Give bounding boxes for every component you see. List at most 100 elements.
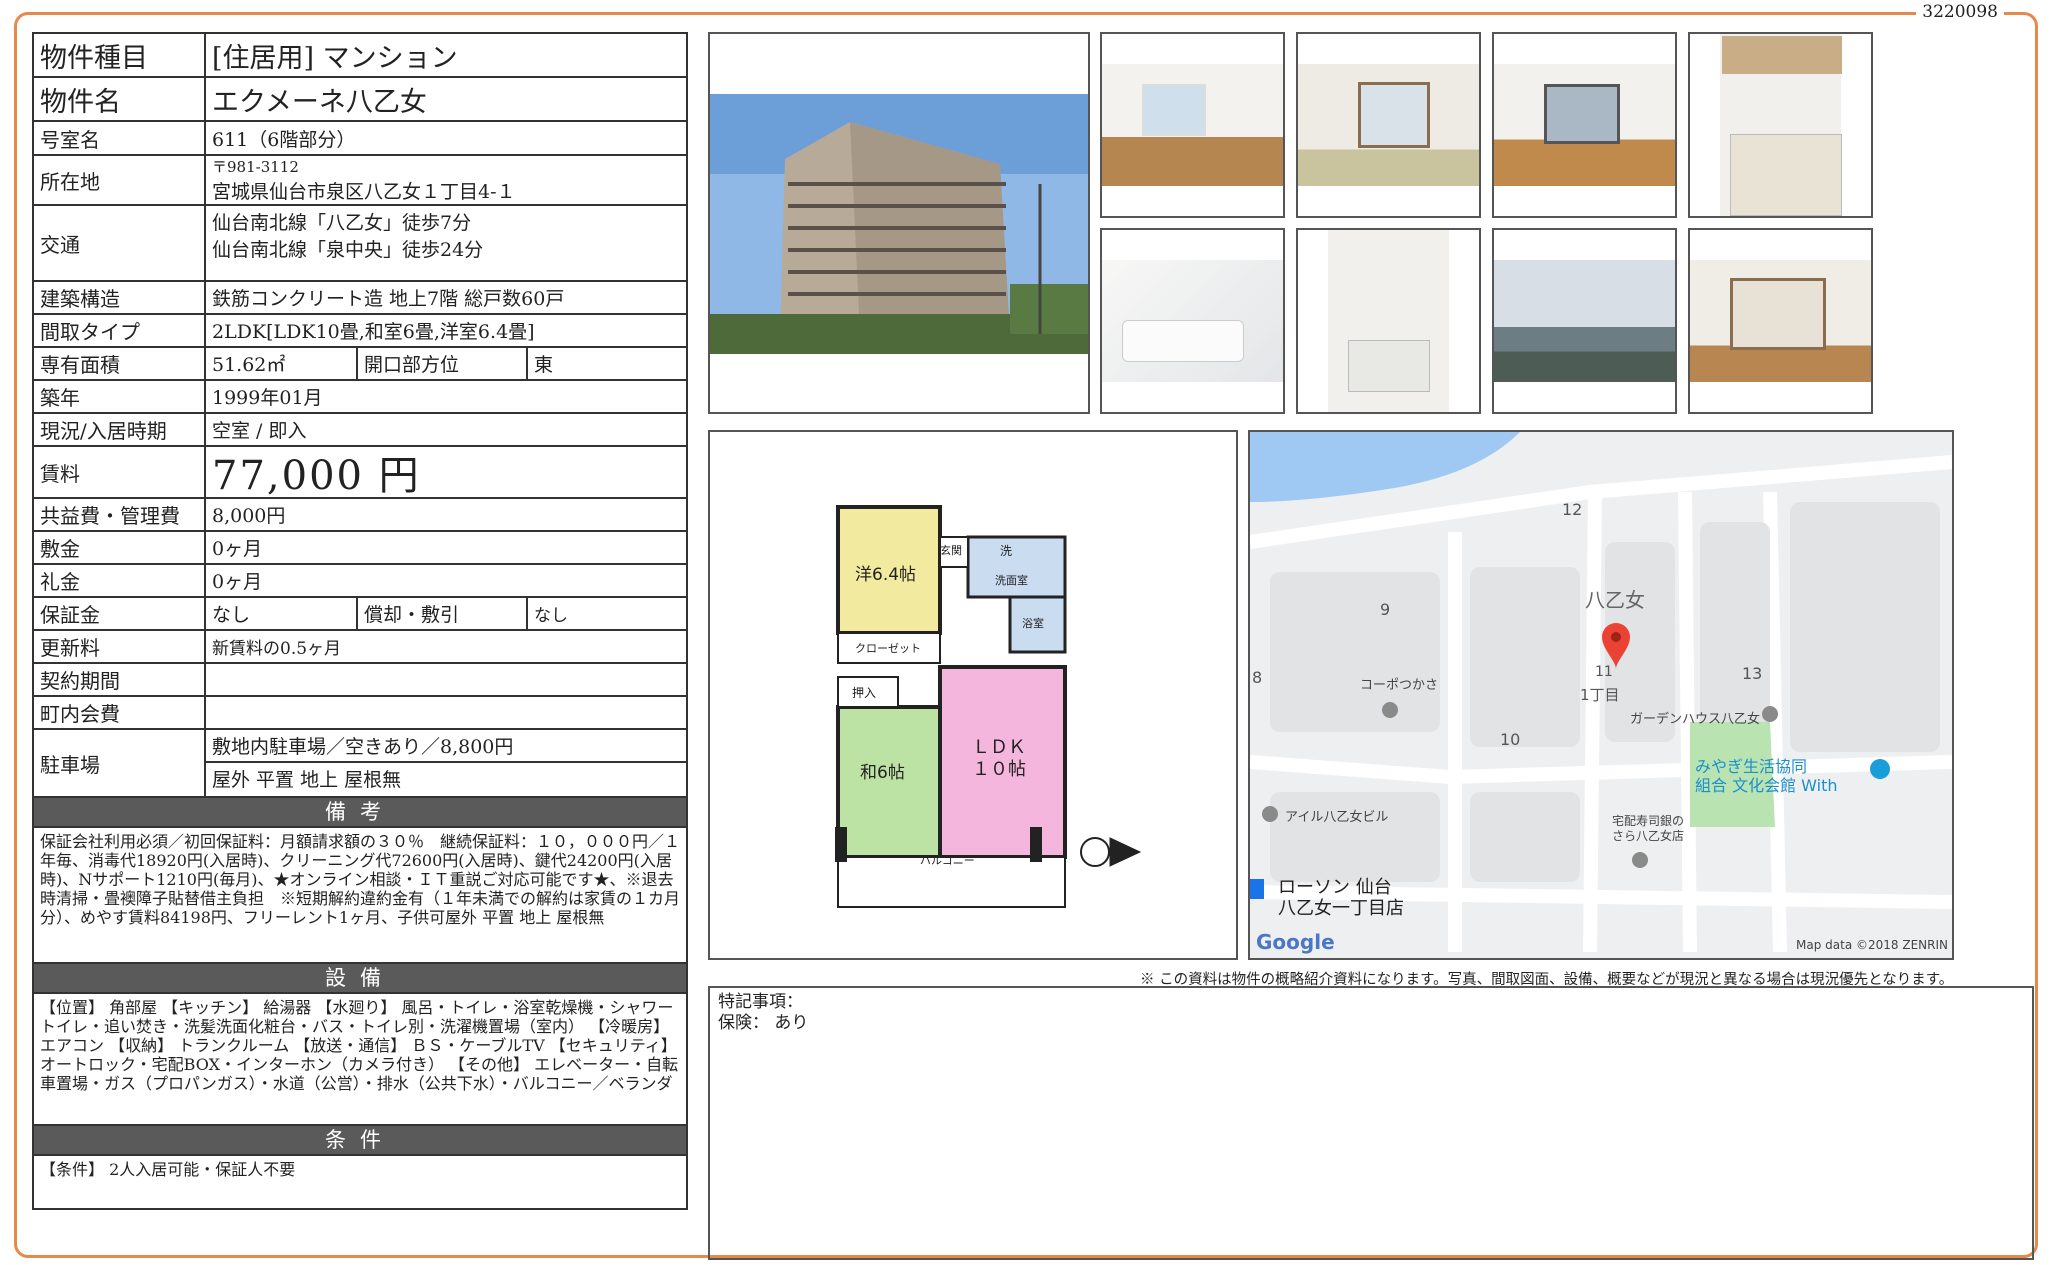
row-area: 専有面積 51.62㎡ 開口部方位 東 bbox=[34, 348, 686, 381]
structure-label: 建築構造 bbox=[34, 282, 206, 313]
kitchen-photo[interactable] bbox=[1688, 32, 1873, 218]
contract-value bbox=[206, 664, 686, 695]
room-ldk-size: １０帖 bbox=[972, 759, 1026, 780]
room-western: 洋6.4帖 bbox=[855, 565, 917, 585]
room-entrance: 玄関 bbox=[940, 544, 962, 557]
map-poi-sushi: 宅配寿司銀の さら八乙女店 bbox=[1612, 814, 1684, 844]
row-town-fee: 町内会費 bbox=[34, 697, 686, 730]
row-built: 築年 1999年01月 bbox=[34, 381, 686, 414]
map-poi-lawson-line2: 八乙女一丁目店 bbox=[1278, 898, 1404, 919]
name-label: 物件名 bbox=[34, 78, 206, 120]
equipment-text: 【位置】 角部屋 【キッチン】 給湯器 【水廻り】 風呂・トイレ・浴室乾燥機・シ… bbox=[34, 994, 686, 1126]
remarks-heading: 備考 bbox=[34, 798, 686, 828]
area-value: 51.62㎡ bbox=[206, 348, 358, 379]
guarantee-label: 保証金 bbox=[34, 598, 206, 629]
fee-value: 8,000円 bbox=[212, 505, 286, 527]
parking-label: 駐車場 bbox=[34, 730, 206, 796]
view-photo[interactable] bbox=[1492, 228, 1677, 414]
map-poi-coop-line2: 組合 文化会館 With bbox=[1695, 776, 1838, 795]
fee-label: 共益費・管理費 bbox=[34, 499, 206, 530]
parking-line-1: 敷地内駐車場／空きあり／8,800円 bbox=[206, 730, 686, 763]
row-contract: 契約期間 bbox=[34, 664, 686, 697]
layout-value: 2LDK[LDK10畳,和室6畳,洋室6.4畳] bbox=[212, 321, 535, 343]
name-value: エクメーネ八乙女 bbox=[212, 86, 427, 118]
row-address: 所在地 〒981-3112 宮城県仙台市泉区八乙女１丁目4-１ bbox=[34, 156, 686, 206]
row-deposit: 敷金 0ヶ月 bbox=[34, 532, 686, 565]
row-type: 物件種目 [住居用] マンション bbox=[34, 34, 686, 78]
key-money-value: 0ヶ月 bbox=[212, 571, 263, 593]
map-poi-corpo: コーポつかさ bbox=[1360, 678, 1439, 693]
room-value: 611（6階部分） bbox=[212, 128, 356, 151]
map-chome: 1丁目 bbox=[1580, 686, 1620, 704]
building-exterior-photo[interactable] bbox=[708, 32, 1090, 414]
conditions-text: 【条件】 2人入居可能・保証人不要 bbox=[40, 1160, 296, 1179]
map-poi-gardenhouse: ガーデンハウス八乙女 bbox=[1630, 712, 1761, 727]
deposit-value: 0ヶ月 bbox=[212, 538, 263, 560]
remarks-text: 保証会社利用必須／初回保証料：月額請求額の３０％ 継続保証料：１０，０００円／１… bbox=[34, 828, 686, 964]
floor-plan: 洋6.4帖 玄関 洗 洗面室 浴室 クローゼット 押入 和6帖 ＬＤＫ １０帖 … bbox=[708, 430, 1238, 960]
amortization-label: 償却・敷引 bbox=[358, 598, 528, 629]
bathroom-photo[interactable] bbox=[1100, 228, 1285, 414]
town-fee-value bbox=[206, 697, 686, 728]
map-poi-coop: みやぎ生活協同 組合 文化会館 With bbox=[1695, 757, 1838, 795]
row-structure: 建築構造 鉄筋コンクリート造 地上7階 総戸数60戸 bbox=[34, 282, 686, 315]
interior-photo-4[interactable] bbox=[1688, 228, 1873, 414]
town-fee-label: 町内会費 bbox=[34, 697, 206, 728]
status-label: 現況/入居時期 bbox=[34, 414, 206, 445]
address-label: 所在地 bbox=[34, 156, 206, 204]
built-value: 1999年01月 bbox=[212, 387, 323, 409]
direction-label: 開口部方位 bbox=[358, 348, 528, 379]
room-ldk: ＬＤＫ １０帖 bbox=[972, 737, 1026, 781]
room-closet: クローゼット bbox=[855, 642, 921, 655]
room-oshiire: 押入 bbox=[852, 686, 877, 700]
map-credit: Map data ©2018 ZENRIN bbox=[1796, 938, 1948, 952]
row-parking: 駐車場 敷地内駐車場／空きあり／8,800円 屋外 平置 地上 屋根無 bbox=[34, 730, 686, 798]
interior-photo-1[interactable] bbox=[1100, 32, 1285, 218]
special-notes-title: 特記事項： bbox=[718, 992, 803, 1012]
insurance-note: 保険： あり bbox=[718, 1013, 809, 1033]
row-rent: 賃料 77,000 円 bbox=[34, 447, 686, 499]
document-id: 3220098 bbox=[1916, 2, 2004, 22]
room-japanese: 和6帖 bbox=[860, 763, 905, 783]
property-table: 物件種目 [住居用] マンション 物件名 エクメーネ八乙女 号室名 611（6階… bbox=[32, 32, 688, 1210]
room-label: 号室名 bbox=[34, 122, 206, 154]
type-value: [住居用] マンション bbox=[212, 42, 458, 74]
access-label: 交通 bbox=[34, 206, 206, 280]
deposit-label: 敷金 bbox=[34, 532, 206, 563]
room-balcony: バルコニー bbox=[920, 854, 975, 867]
layout-label: 間取タイプ bbox=[34, 315, 206, 346]
access-value: 仙台南北線「八乙女」徒歩7分 仙台南北線「泉中央」徒歩24分 bbox=[206, 206, 686, 280]
amortization-value: なし bbox=[534, 606, 568, 626]
room-ldk-label: ＬＤＫ bbox=[972, 737, 1026, 758]
conditions-heading: 条件 bbox=[34, 1126, 686, 1156]
contract-label: 契約期間 bbox=[34, 664, 206, 695]
rent-label: 賃料 bbox=[34, 447, 206, 497]
access-line-1: 仙台南北線「八乙女」徒歩7分 bbox=[212, 212, 472, 234]
parking-value: 敷地内駐車場／空きあり／8,800円 屋外 平置 地上 屋根無 bbox=[206, 730, 686, 796]
renewal-label: 更新料 bbox=[34, 631, 206, 662]
row-layout: 間取タイプ 2LDK[LDK10畳,和室6畳,洋室6.4畳] bbox=[34, 315, 686, 348]
row-name: 物件名 エクメーネ八乙女 bbox=[34, 78, 686, 122]
renewal-value: 新賃料の0.5ヶ月 bbox=[212, 639, 342, 659]
location-map[interactable]: 12 9 8 10 13 11 八乙女 1丁目 コーポつかさ ガーデンハウス八乙… bbox=[1248, 430, 1954, 960]
room-washroom: 洗面室 bbox=[995, 574, 1028, 587]
parking-line-2: 屋外 平置 地上 屋根無 bbox=[212, 769, 402, 791]
map-block-10: 10 bbox=[1500, 730, 1521, 749]
room-bath: 浴室 bbox=[1022, 617, 1044, 630]
map-block-11: 11 bbox=[1595, 664, 1613, 680]
map-block-8: 8 bbox=[1252, 668, 1263, 687]
access-line-2: 仙台南北線「泉中央」徒歩24分 bbox=[212, 239, 484, 261]
interior-photo-2[interactable] bbox=[1296, 32, 1481, 218]
room-wash: 洗 bbox=[1000, 544, 1013, 558]
row-room: 号室名 611（6階部分） bbox=[34, 122, 686, 156]
address-value: 〒981-3112 宮城県仙台市泉区八乙女１丁目4-１ bbox=[206, 156, 686, 204]
map-poi-sushi-line2: さら八乙女店 bbox=[1612, 829, 1685, 843]
laundry-photo[interactable] bbox=[1296, 228, 1481, 414]
rent-value: 77,000 円 bbox=[212, 453, 421, 499]
map-poi-lawson-line1: ローソン 仙台 bbox=[1278, 877, 1392, 898]
interior-photo-3[interactable] bbox=[1492, 32, 1677, 218]
key-money-label: 礼金 bbox=[34, 565, 206, 596]
map-block-13: 13 bbox=[1742, 664, 1763, 683]
map-block-9: 9 bbox=[1380, 600, 1391, 619]
map-poi-aile: アイル八乙女ビル bbox=[1285, 810, 1389, 825]
